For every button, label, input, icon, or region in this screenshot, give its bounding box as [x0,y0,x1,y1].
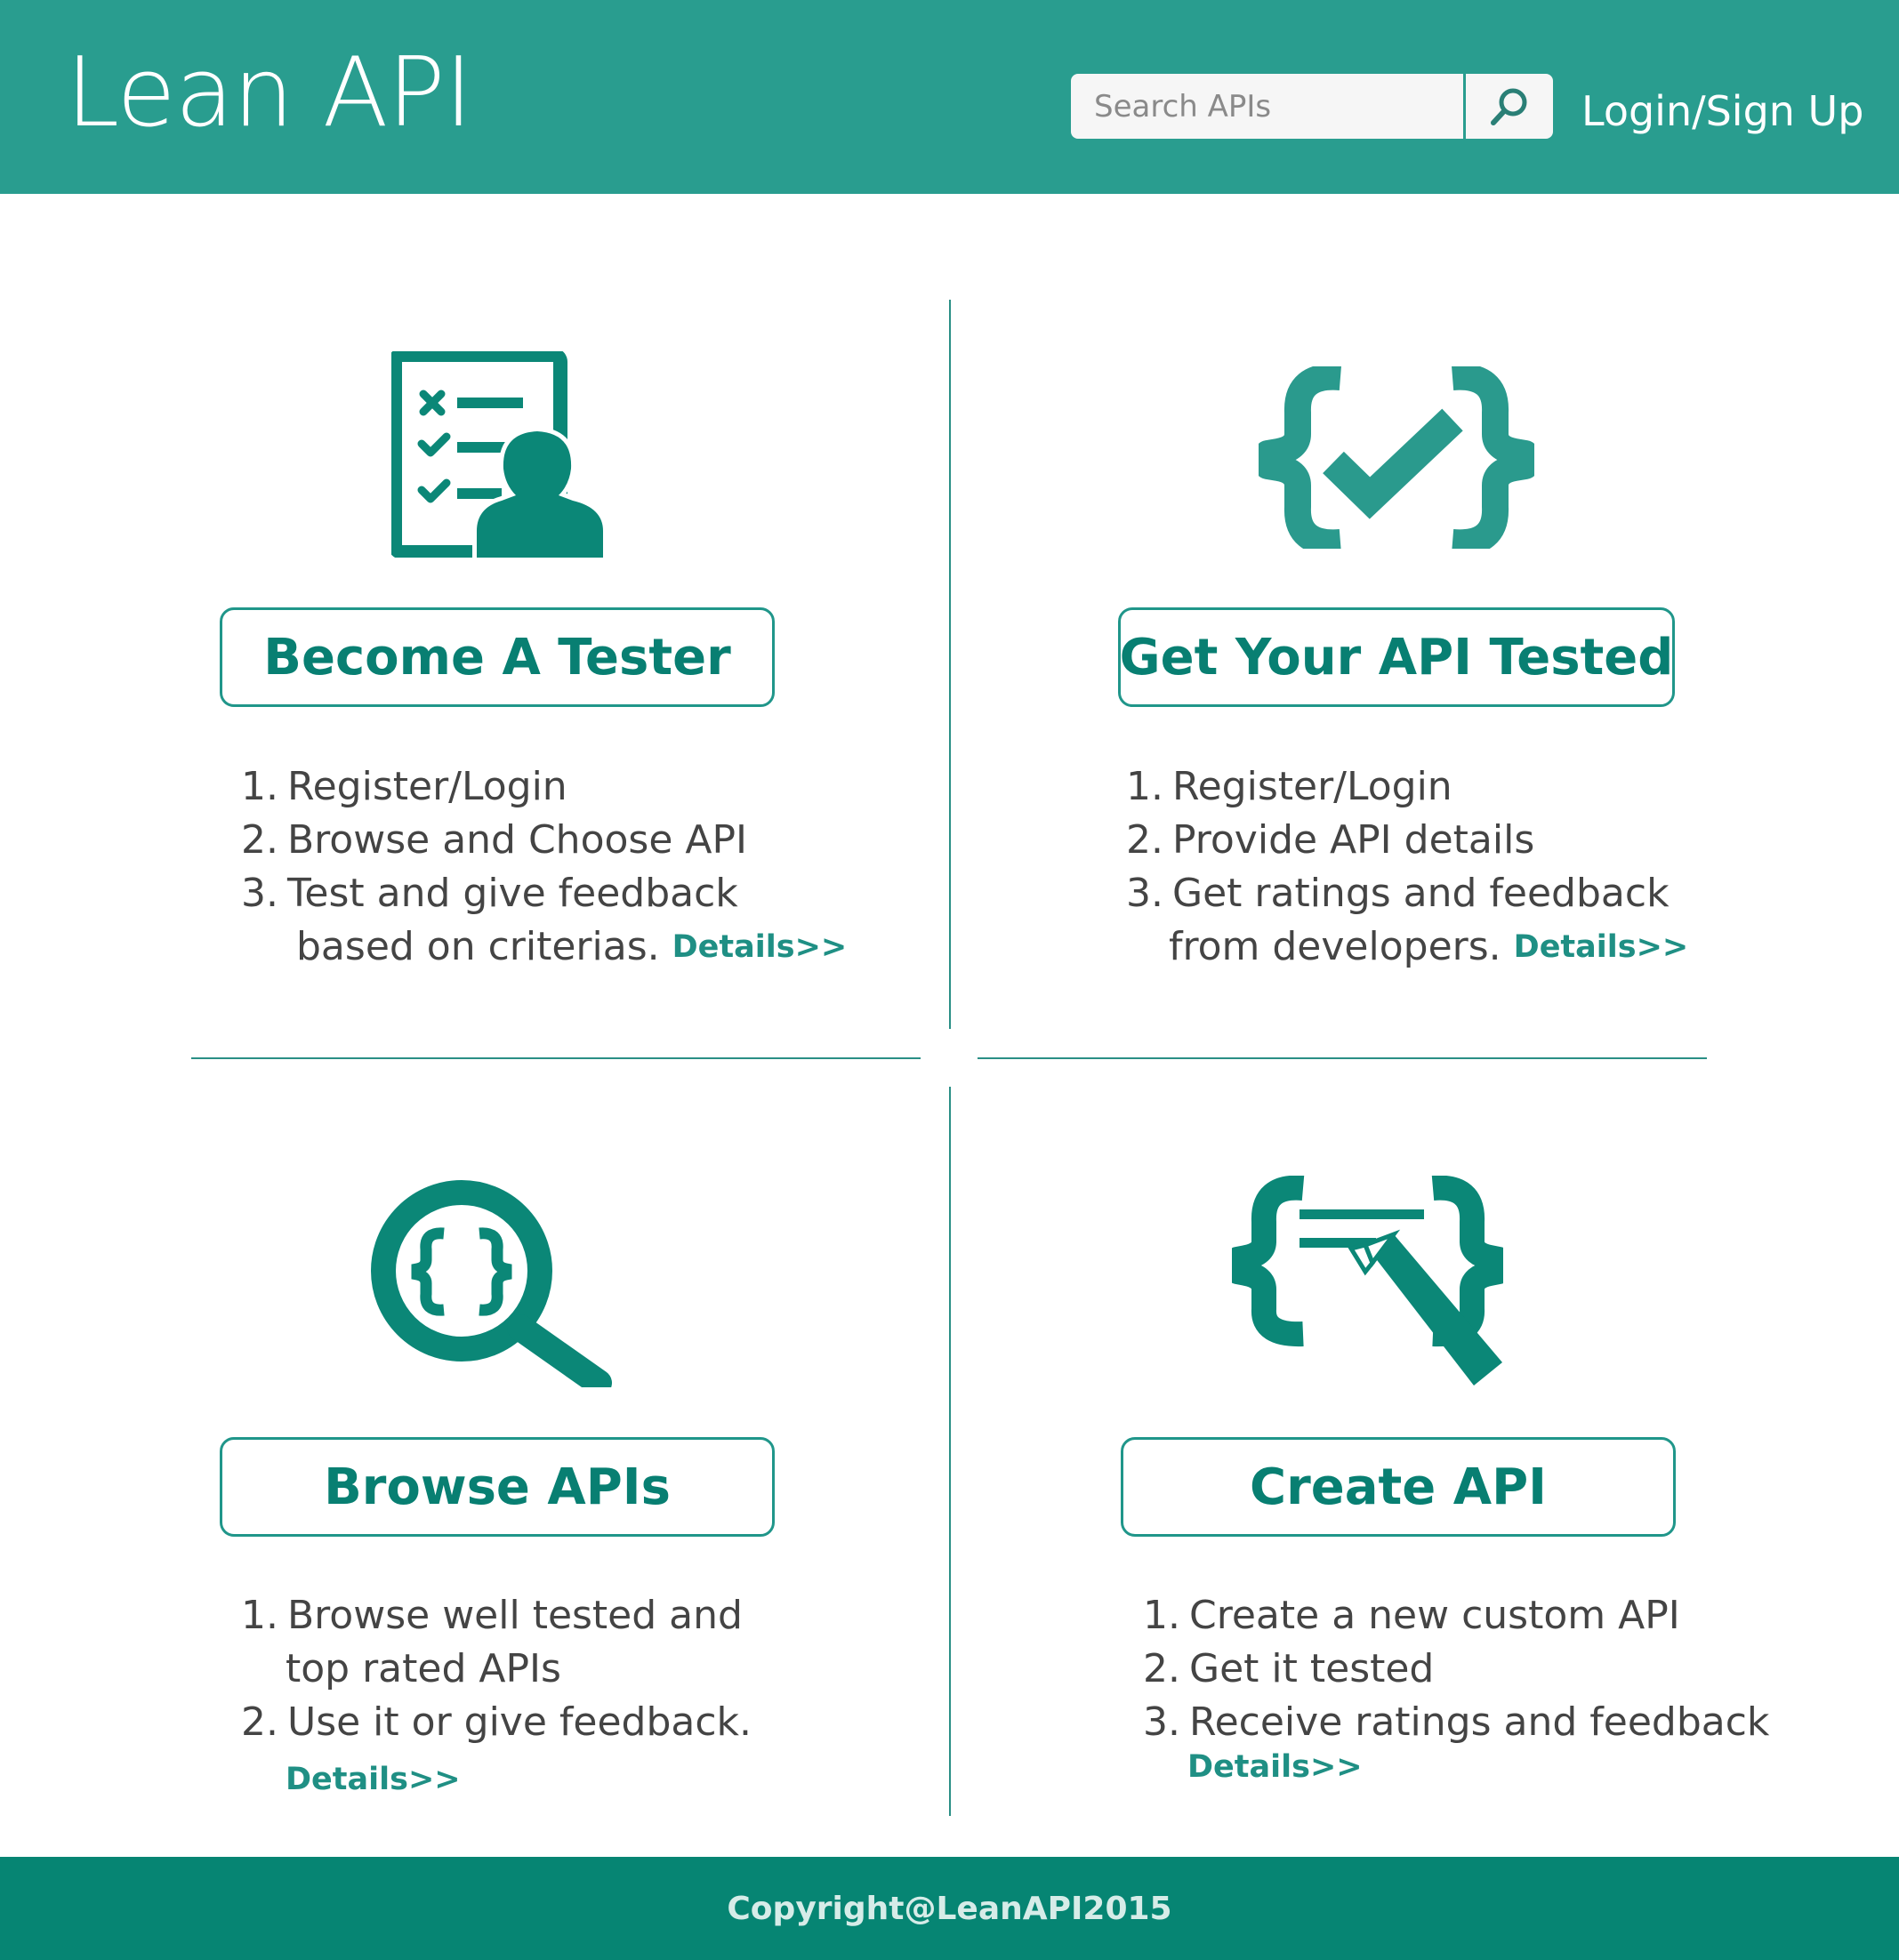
step-number: 2. [1143,1646,1180,1691]
divider-vertical-bottom [949,1087,951,1816]
browse-apis-button[interactable]: Browse APIs [220,1437,775,1537]
get-tested-steps: 1. Register/Login 2. Provide API details 3… [1126,760,1688,974]
tester-steps: 1. Register/Login 2. Browse and Choose API… [241,760,847,974]
checklist-person-icon [391,351,605,558]
details-link[interactable]: Details>> [286,1753,461,1806]
step-number: 2. [241,817,278,863]
step-text: Get it tested [1189,1646,1435,1691]
details-link[interactable]: Details>> [672,920,848,974]
step-text: based on criterias. [296,924,660,969]
brand-logo[interactable]: Lean API [66,36,473,151]
step-text: Test and give feedback [287,871,738,916]
step-number: 3. [1126,871,1163,916]
login-signup-link[interactable]: Login/Sign Up [1581,84,1863,138]
step-text: top rated APIs [286,1646,561,1691]
footer: Copyright@LeanAPI2015 [0,1857,1899,1960]
get-api-tested-button[interactable]: Get Your API Tested [1118,607,1675,707]
step-number: 2. [241,1699,278,1745]
step-text: Browse and Choose API [287,817,747,863]
step-number: 3. [1143,1699,1180,1745]
step-text: Use it or give feedback. [287,1699,752,1745]
search-input[interactable] [1071,74,1463,139]
details-link[interactable]: Details>> [1514,920,1689,974]
magnifier-code-icon [371,1180,612,1387]
create-steps: 1. Create a new custom API 2. Get it teste… [1143,1589,1769,1794]
divider-horizontal-left [191,1057,921,1059]
step-text: Register/Login [1172,764,1452,809]
divider-horizontal-right [978,1057,1707,1059]
step-number: 1. [1143,1593,1180,1638]
search-button[interactable] [1463,74,1553,139]
header: Lean API Login/Sign Up [0,0,1899,194]
step-number: 1. [1126,764,1163,809]
step-text: Browse well tested and [287,1593,743,1638]
divider-vertical-top [949,300,951,1029]
code-pencil-icon [1232,1176,1503,1386]
copyright-text: Copyright@LeanAPI2015 [727,1890,1172,1927]
step-text: Create a new custom API [1189,1593,1680,1638]
step-number: 1. [241,1593,278,1638]
become-tester-button[interactable]: Become A Tester [220,607,775,707]
details-link[interactable]: Details>> [1187,1740,1363,1794]
step-number: 3. [241,871,278,916]
step-text: Register/Login [287,764,567,809]
step-text: Get ratings and feedback [1172,871,1670,916]
step-number: 1. [241,764,278,809]
search-icon [1491,88,1527,125]
create-api-button[interactable]: Create API [1121,1437,1676,1537]
code-check-icon [1259,366,1534,549]
step-text: from developers. [1169,924,1501,969]
step-number: 2. [1126,817,1163,863]
search-box [1071,74,1553,139]
step-text: Provide API details [1172,817,1535,863]
browse-steps: 1. Browse well tested and top rated APIs … [241,1589,752,1806]
